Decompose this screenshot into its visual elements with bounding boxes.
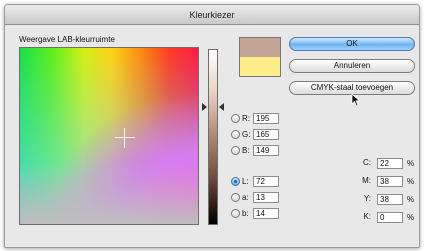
label-lab-b: b: — [242, 209, 249, 218]
label-y: Y: — [363, 194, 371, 203]
crosshair-marker[interactable] — [115, 128, 135, 148]
input-y[interactable]: 38 — [377, 194, 403, 205]
radio-b[interactable] — [231, 146, 240, 155]
label-l: L: — [242, 177, 249, 186]
input-r[interactable]: 195 — [253, 113, 279, 124]
slider-handle-left-icon[interactable] — [202, 103, 207, 111]
input-l[interactable]: 72 — [253, 176, 279, 187]
radio-a[interactable] — [231, 193, 240, 202]
new-color-swatch — [239, 37, 281, 57]
cmyk-row-m: M: 38 % — [361, 176, 417, 188]
rgb-row-g: G: 165 — [231, 129, 291, 141]
radio-l[interactable] — [231, 177, 240, 186]
unit-c: % — [407, 159, 415, 168]
radio-lab-b[interactable] — [231, 209, 240, 218]
label-r: R: — [242, 114, 250, 123]
label-b: B: — [242, 146, 250, 155]
radio-g[interactable] — [231, 130, 240, 139]
cmyk-row-c: C: 22 % — [361, 158, 417, 170]
dialog-title: Kleurkiezer — [5, 5, 419, 25]
unit-y: % — [407, 195, 415, 204]
cancel-button[interactable]: Annuleren — [289, 59, 415, 73]
label-m: M: — [362, 176, 371, 185]
color-space-label: Weergave LAB-kleurruimte — [19, 35, 115, 44]
unit-k: % — [407, 213, 415, 222]
ok-button[interactable]: OK — [289, 37, 415, 51]
lab-row-b: b: 14 — [231, 208, 291, 220]
unit-m: % — [407, 177, 415, 186]
input-g[interactable]: 165 — [253, 129, 279, 140]
original-color-swatch[interactable] — [239, 57, 281, 77]
lab-row-a: a: 13 — [231, 192, 291, 204]
label-a: a: — [242, 193, 249, 202]
rgb-row-b: B: 149 — [231, 145, 291, 157]
input-lab-b[interactable]: 14 — [253, 208, 279, 219]
lightness-slider[interactable] — [208, 49, 218, 225]
cmyk-row-y: Y: 38 % — [361, 194, 417, 206]
input-k[interactable]: 0 — [377, 212, 403, 223]
input-m[interactable]: 38 — [377, 176, 403, 187]
label-c: C: — [363, 158, 371, 167]
label-g: G: — [242, 130, 251, 139]
input-c[interactable]: 22 — [377, 158, 403, 169]
input-b[interactable]: 149 — [253, 145, 279, 156]
color-picker-dialog: Kleurkiezer Weergave LAB-kleurruimte OK … — [4, 4, 420, 248]
radio-r[interactable] — [231, 114, 240, 123]
slider-handle-right-icon[interactable] — [219, 103, 224, 111]
cmyk-row-k: K: 0 % — [361, 212, 417, 224]
lab-row-l: L: 72 — [231, 176, 291, 188]
label-k: K: — [363, 212, 371, 221]
rgb-row-r: R: 195 — [231, 113, 291, 125]
input-a[interactable]: 13 — [253, 192, 279, 203]
color-field[interactable] — [19, 47, 199, 225]
mouse-pointer-icon — [351, 93, 361, 107]
